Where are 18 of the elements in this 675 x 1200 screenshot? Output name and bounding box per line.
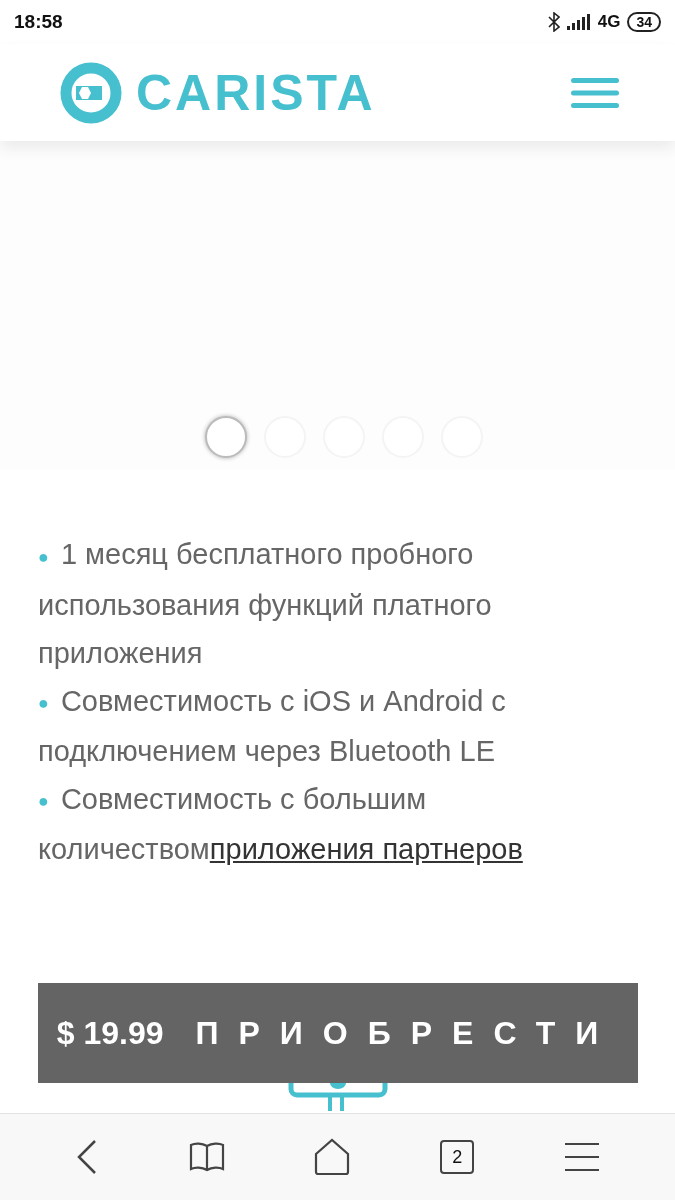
device-icon — [287, 1083, 388, 1114]
signal-icon — [566, 13, 591, 30]
bluetooth-icon — [547, 11, 560, 32]
battery-level: 34 — [627, 11, 661, 32]
wrench-logo-icon — [60, 61, 122, 124]
feature-text: ● Совместимость с большим количествомприложения партнеров — [38, 781, 524, 868]
partner-apps-link[interactable]: приложения партнеров — [209, 833, 523, 866]
buy-button[interactable]: $ 19.99 ПРИОБРЕСТИ — [37, 983, 638, 1084]
status-time: 18:58 — [14, 10, 63, 33]
bookmarks-button[interactable] — [188, 1141, 225, 1174]
home-button[interactable] — [314, 1138, 351, 1177]
browser-menu-button[interactable] — [564, 1142, 601, 1173]
carousel-dot[interactable] — [205, 416, 247, 459]
feature-text: ● Совместимость с iOS и Android с подключением через Bluetooth LE — [38, 683, 507, 769]
menu-button[interactable] — [571, 76, 619, 109]
feature-text: ● 1 месяц бесплатного пробного использования функций платного приложения — [38, 537, 493, 671]
network-type: 4G — [597, 11, 621, 32]
tabs-button[interactable]: 2 — [440, 1140, 475, 1175]
